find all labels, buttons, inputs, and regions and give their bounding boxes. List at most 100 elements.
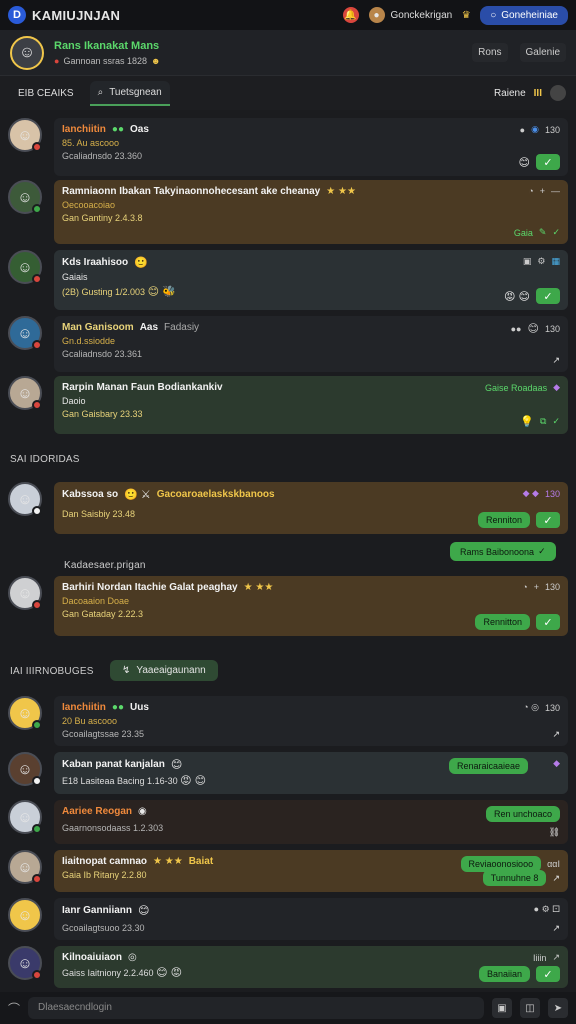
avatar[interactable]: ☺ [8, 898, 42, 932]
sender-name[interactable]: Kaban panat kanjalan [62, 759, 165, 770]
message-bubble[interactable]: Rarpin Manan Faun Bodiankankiv Daoio Gan… [54, 376, 568, 434]
message-bubble[interactable]: Kds Iraahisoo 🙂 Gaiais (2B) Gusting 1/2.0… [54, 250, 568, 310]
message-bubble[interactable]: Ianr Ganniiann 😊 Gcoailagtsuoo 23.30 ● ⚙ … [54, 898, 568, 940]
message-row[interactable]: ☺ Kabssoa so 🙂 ⚔ Gacoaroaelaskskbanoos Dan… [8, 482, 568, 534]
sender-name[interactable]: Aariee Reogan [62, 806, 132, 817]
reply-pill[interactable]: Ren unchoaco [485, 806, 560, 822]
avatar[interactable]: ☺ [8, 752, 42, 786]
header-action-1[interactable]: Rons [472, 43, 508, 62]
avatar[interactable]: ☺ [8, 376, 42, 410]
message-row[interactable]: ☺ Kaban panat kanjalan 😊 E18 Lasiteaa Bac… [8, 752, 568, 794]
sender-name[interactable]: Man Ganisoom [62, 322, 134, 333]
message-row[interactable]: ☺ Man Ganisoom Aas Fadasiy Gn.d.ssiodde Gc… [8, 316, 568, 372]
sender-name[interactable]: Barhiri Nordan Itachie Galat peaghay [62, 582, 238, 593]
check-button[interactable]: ✓ [536, 288, 560, 304]
star-icon: ★ ★★ [326, 186, 356, 197]
check-button[interactable]: ✓ [536, 966, 560, 982]
check-button[interactable]: ✓ [536, 614, 560, 630]
message-bubble[interactable]: Kilnoaiuiaon ◎ Gaiss Iaitniony 2.2.460 😊 … [54, 946, 568, 988]
plus-icon: + [539, 186, 545, 196]
notification-icon[interactable]: 🔔 [342, 7, 359, 23]
badge-icon: ◆ [553, 382, 560, 392]
message-input[interactable]: Dlaesaecndlogin [28, 997, 484, 1019]
reply-pill[interactable]: Renaraicaaieae [448, 758, 528, 774]
avatar[interactable]: ☺ [8, 118, 42, 152]
sender-name[interactable]: Kabssoa so [62, 489, 118, 500]
image-button[interactable]: ▣ [492, 998, 512, 1018]
share-icon[interactable]: ↗ [552, 952, 560, 963]
smile-icon: ☻ [151, 55, 161, 66]
link-icon[interactable]: ⛓ [549, 827, 560, 838]
message-bubble[interactable]: Ianchiitin ●● Uus 20 Bu ascooo Gcoailagtss… [54, 696, 568, 746]
avatar[interactable]: ☺ [8, 696, 42, 730]
user-avatar[interactable]: ● [368, 7, 385, 23]
message-row[interactable]: ☺ Iiaitnopat camnao ★ ★★ Baiat Gaia Ib Rit… [8, 850, 568, 892]
sender-name[interactable]: Ianr Ganniiann [62, 905, 132, 916]
avatar[interactable]: ☺ [8, 800, 42, 834]
top-primary-button[interactable]: ○ Goneheiniae [480, 5, 568, 25]
check-icon[interactable]: ✓ [552, 227, 560, 238]
tab-first[interactable]: EIB CEAIKS [10, 82, 82, 105]
share-icon[interactable]: ↗ [552, 873, 560, 884]
message-row[interactable]: ☺ Ianchiitin ●● Oas 85. Au ascooo Gcaliadn… [8, 118, 568, 176]
pencil-icon[interactable]: ✎ [539, 227, 547, 238]
message-bubble[interactable]: Iiaitnopat camnao ★ ★★ Baiat Gaia Ib Ritan… [54, 850, 568, 892]
message-row[interactable]: ☺ Barhiri Nordan Itachie Galat peaghay ★ … [8, 576, 568, 636]
menu-icon[interactable] [550, 85, 566, 101]
check-button[interactable]: ✓ [536, 512, 560, 528]
avatar[interactable]: ☺ [8, 482, 42, 516]
reply-pill[interactable]: Banaiian [478, 966, 530, 982]
top-user-name[interactable]: Gonckekrigan [391, 10, 453, 21]
tab-active[interactable]: ⌕ Tuetsgnean [89, 80, 170, 106]
message-bubble[interactable]: Kabssoa so 🙂 ⚔ Gacoaroaelaskskbanoos Dan S… [54, 482, 568, 534]
app-title: KAMIUJNJAN [32, 7, 121, 23]
clock-icon: ◔ [528, 186, 534, 196]
message-row[interactable]: ☺ Rarpin Manan Faun Bodiankankiv Daoio G… [8, 376, 568, 434]
section-filter-pill[interactable]: ↯ Yaaeaigaunann [110, 660, 218, 681]
message-row[interactable]: ☺ Ianchiitin ●● Uus 20 Bu ascooo Gcoailagt… [8, 696, 568, 746]
reply-pill-2[interactable]: Tunnuhne 8 [482, 870, 547, 886]
message-row[interactable]: ☺ Ianr Ganniiann 😊 Gcoailagtsuoo 23.30 ● … [8, 898, 568, 940]
sender-name[interactable]: Ramniaonn Ibakan Takyinaonnohecesant ake… [62, 186, 320, 197]
avatar[interactable]: ☺ [8, 180, 42, 214]
header-action-2[interactable]: Galenie [519, 43, 566, 62]
sticker-button[interactable]: ◫ [520, 998, 540, 1018]
avatar[interactable]: ☺ [8, 316, 42, 350]
tabs-right-label[interactable]: Raiene [494, 88, 526, 99]
app-logo[interactable]: D [8, 6, 26, 24]
check-icon[interactable]: ✓ [552, 416, 560, 427]
sender-name[interactable]: Iiaitnopat camnao [62, 856, 147, 867]
message-bubble[interactable]: Aariee Reogan ◉ Gaarnonsodaass 1.2.303 Re… [54, 800, 568, 844]
send-button[interactable]: ➤ [548, 998, 568, 1018]
check-button[interactable]: ✓ [536, 154, 560, 170]
sender-name[interactable]: Ianchiitin [62, 702, 106, 713]
avatar[interactable]: ☺ [8, 850, 42, 884]
sender-name[interactable]: Kds Iraahisoo [62, 257, 128, 268]
message-row[interactable]: ☺ Kds Iraahisoo 🙂 Gaiais (2B) Gusting 1/2… [8, 250, 568, 310]
outgoing-message[interactable]: Rams Baibonoona ✓ [450, 542, 556, 561]
copy-icon[interactable]: ⧉ [540, 416, 546, 427]
bars-icon[interactable]: III [534, 88, 542, 99]
avatar[interactable]: ☺ [8, 946, 42, 980]
avatar[interactable]: ☺ [8, 250, 42, 284]
sender-name[interactable]: Ianchiitin [62, 124, 106, 135]
message-bubble[interactable]: Ramniaonn Ibakan Takyinaonnohecesant ake… [54, 180, 568, 244]
attach-icon[interactable]: ⌒ [8, 1000, 20, 1017]
avatar[interactable]: ☺ [8, 576, 42, 610]
share-icon[interactable]: ↗ [552, 923, 560, 934]
message-bubble[interactable]: Ianchiitin ●● Oas 85. Au ascooo Gcaliadnsd… [54, 118, 568, 176]
share-icon[interactable]: ↗ [552, 355, 560, 366]
message-row[interactable]: ☺ Kilnoaiuiaon ◎ Gaiss Iaitniony 2.2.460 … [8, 946, 568, 988]
sender-name[interactable]: Rarpin Manan Faun Bodiankankiv [62, 382, 223, 393]
message-row[interactable]: ☺ Aariee Reogan ◉ Gaarnonsodaass 1.2.303 … [8, 800, 568, 844]
chat-status: Gannoan ssras 1828 [63, 55, 147, 66]
message-bubble[interactable]: Man Ganisoom Aas Fadasiy Gn.d.ssiodde Gcal… [54, 316, 568, 372]
message-row[interactable]: ☺ Ramniaonn Ibakan Takyinaonnohecesant a… [8, 180, 568, 244]
reply-pill[interactable]: Renniton [477, 512, 530, 528]
message-bubble[interactable]: Barhiri Nordan Itachie Galat peaghay ★ ★★… [54, 576, 568, 636]
message-bubble[interactable]: Kaban panat kanjalan 😊 E18 Lasiteaa Bacin… [54, 752, 568, 794]
share-icon[interactable]: ↗ [552, 729, 560, 740]
reply-pill[interactable]: Rennitton [475, 614, 530, 630]
chat-avatar[interactable]: ☺ [10, 35, 44, 70]
sender-name[interactable]: Kilnoaiuiaon [62, 952, 122, 963]
